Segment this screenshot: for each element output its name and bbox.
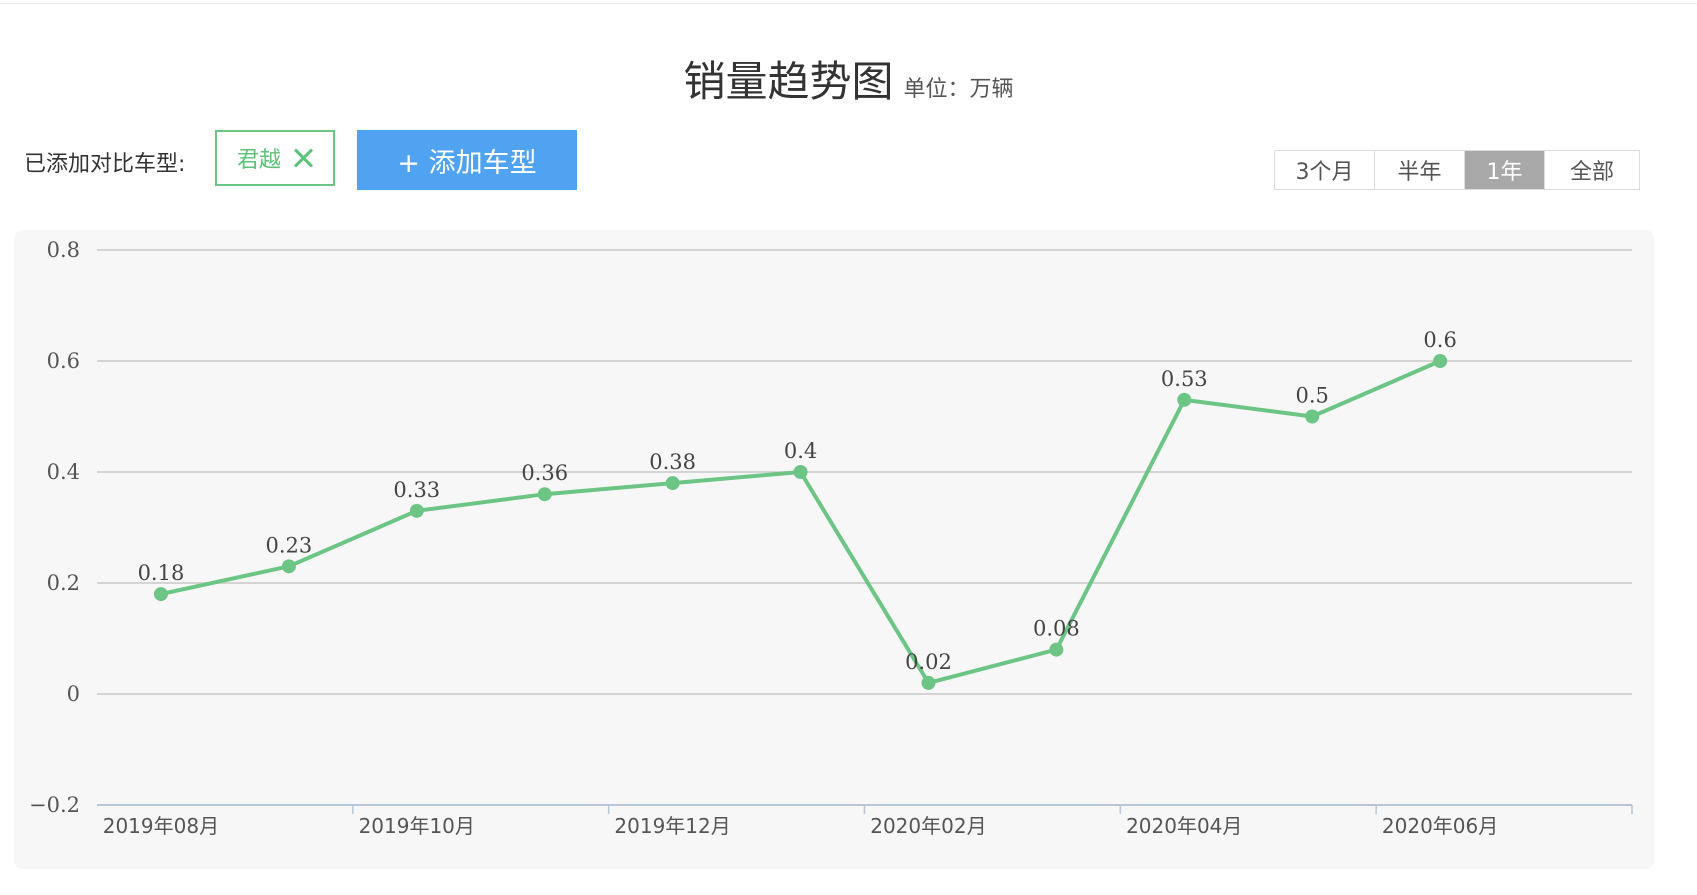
tab-1-year[interactable]: 1年 bbox=[1465, 151, 1545, 189]
data-point bbox=[153, 587, 168, 602]
x-tick-label: 2020年04月 bbox=[1126, 814, 1242, 838]
y-tick-label: 0.2 bbox=[47, 571, 80, 595]
y-tick-label: −0.2 bbox=[29, 793, 80, 817]
chart-header: 销量趋势图 单位：万辆 bbox=[0, 48, 1697, 109]
data-label: 0.02 bbox=[905, 650, 952, 674]
unit-label: 单位：万辆 bbox=[903, 77, 1014, 102]
close-icon[interactable] bbox=[293, 148, 313, 168]
x-tick-label: 2019年10月 bbox=[359, 814, 475, 838]
series-line bbox=[160, 359, 1441, 685]
data-label: 0.4 bbox=[784, 439, 817, 463]
data-point bbox=[281, 559, 296, 574]
add-model-button[interactable]: + 添加车型 bbox=[357, 130, 577, 190]
data-label: 0.33 bbox=[393, 478, 440, 502]
y-tick-label: 0.4 bbox=[47, 460, 80, 484]
compare-label: 已添加对比车型: bbox=[24, 152, 186, 177]
data-point bbox=[1433, 354, 1448, 368]
x-tick-label: 2019年08月 bbox=[103, 814, 219, 838]
x-tick-label: 2020年02月 bbox=[870, 814, 986, 838]
data-point bbox=[793, 465, 808, 479]
data-label: 0.36 bbox=[521, 461, 568, 485]
data-label: 0.08 bbox=[1033, 617, 1080, 641]
tab-half-year[interactable]: 半年 bbox=[1375, 151, 1465, 189]
top-divider bbox=[0, 3, 1697, 4]
data-point bbox=[921, 675, 936, 690]
data-label: 0.38 bbox=[649, 450, 696, 474]
data-point bbox=[409, 503, 424, 518]
data-point bbox=[1177, 392, 1192, 407]
y-tick-label: 0.6 bbox=[47, 349, 80, 373]
page-title: 销量趋势图 bbox=[683, 57, 894, 106]
tab-all[interactable]: 全部 bbox=[1545, 151, 1639, 189]
data-label: 0.5 bbox=[1296, 384, 1329, 408]
compare-tag-label: 君越 bbox=[236, 148, 281, 173]
sales-trend-chart: −0.2 0 0.2 0.4 0.6 0.8 2019年08月 2019年10月 2019年12… bbox=[29, 238, 1633, 838]
data-point bbox=[1305, 409, 1320, 424]
data-label: 0.53 bbox=[1161, 367, 1208, 391]
data-label: 0.23 bbox=[265, 533, 312, 557]
y-tick-label: 0 bbox=[67, 682, 80, 706]
compare-tag-junyue: 君越 bbox=[215, 130, 335, 186]
tab-3-months[interactable]: 3个月 bbox=[1275, 151, 1375, 189]
y-tick-label: 0.8 bbox=[47, 238, 80, 262]
data-label: 0.6 bbox=[1423, 328, 1456, 352]
data-point bbox=[537, 487, 552, 502]
data-point bbox=[1049, 642, 1064, 657]
data-label: 0.18 bbox=[138, 561, 185, 585]
data-point bbox=[665, 476, 680, 491]
x-tick-label: 2019年12月 bbox=[614, 814, 730, 838]
x-tick-label: 2020年06月 bbox=[1382, 814, 1498, 838]
time-range-tabs: 3个月 半年 1年 全部 bbox=[1274, 150, 1640, 190]
chart-panel: −0.2 0 0.2 0.4 0.6 0.8 2019年08月 2019年10月 2019年12… bbox=[14, 230, 1654, 869]
